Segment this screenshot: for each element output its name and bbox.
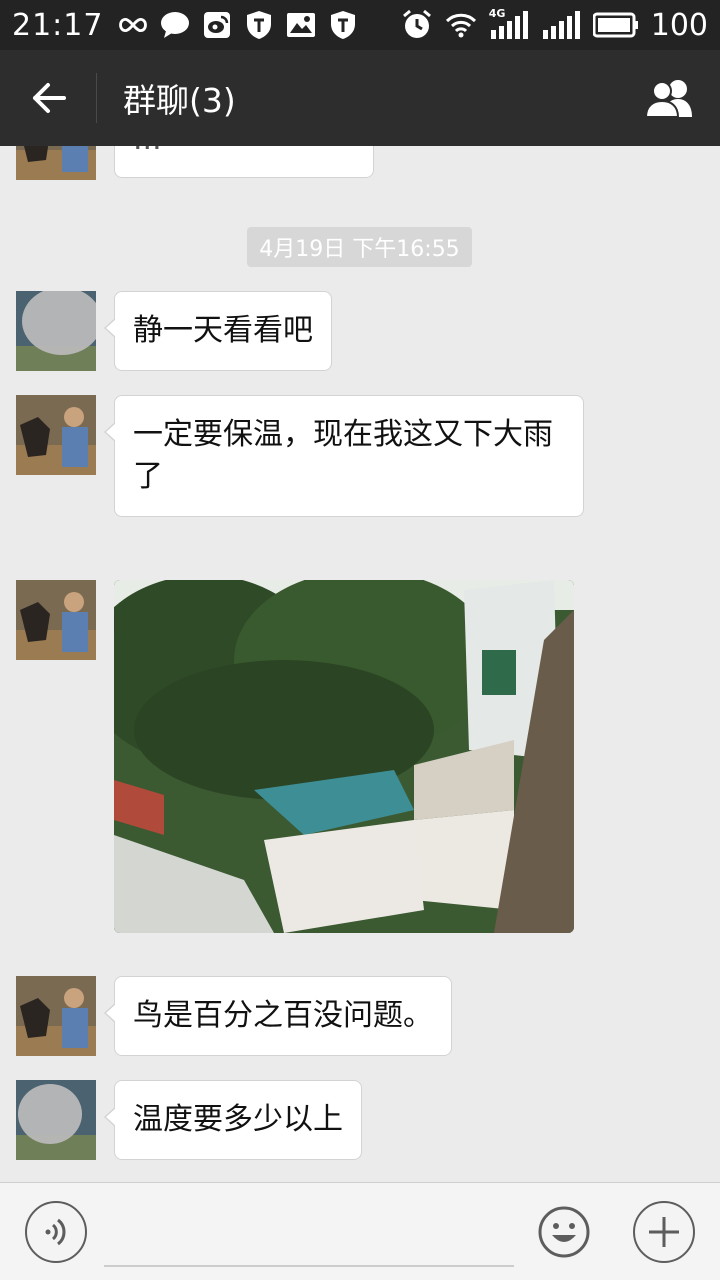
man-with-dog-avatar — [16, 146, 96, 180]
plus-icon — [649, 1217, 679, 1247]
shield-icon — [243, 9, 275, 41]
message-text: 静一天看看吧 — [133, 313, 313, 348]
voice-button[interactable] — [25, 1201, 87, 1263]
message-text: 温度要多少以上 — [133, 1102, 343, 1137]
message-bubble[interactable]: 一定要保温，现在我这又下大雨了 — [104, 395, 584, 517]
more-button[interactable] — [633, 1201, 695, 1263]
chat-bubble-icon — [159, 9, 191, 41]
signal-4g-icon: 4G — [488, 7, 529, 41]
blurred-person-avatar — [16, 291, 96, 371]
network-label: 4G — [488, 7, 506, 20]
weibo-icon — [201, 9, 233, 41]
chat-message-list[interactable]: ... 4月19日 下午16:55 静一天看看吧 一定要保温，现在我这又下大雨了 — [0, 146, 720, 1182]
image-message[interactable] — [114, 580, 574, 933]
timestamp-label: 4月19日 下午16:55 — [247, 227, 472, 267]
notification-icons — [117, 9, 359, 41]
avatar[interactable] — [16, 395, 96, 475]
message-text: 一定要保温，现在我这又下大雨了 — [133, 417, 553, 494]
emoji-button[interactable] — [533, 1201, 595, 1263]
group-members-button[interactable] — [620, 50, 720, 146]
man-with-dog-avatar — [16, 976, 96, 1056]
avatar[interactable] — [16, 291, 96, 371]
back-button[interactable] — [0, 50, 96, 146]
system-icons: 4G 100 — [401, 7, 708, 43]
gallery-icon — [285, 9, 317, 41]
avatar[interactable] — [16, 580, 96, 660]
battery-icon — [592, 9, 639, 41]
avatar[interactable] — [16, 1080, 96, 1160]
group-icon — [644, 80, 692, 118]
wifi-icon — [445, 9, 477, 41]
message-bubble[interactable]: 静一天看看吧 — [104, 291, 332, 371]
message-input[interactable] — [104, 1203, 514, 1267]
shield-icon — [327, 9, 359, 41]
chat-title: 群聊(3) — [123, 81, 236, 120]
smiley-icon — [538, 1206, 590, 1258]
alarm-icon — [401, 9, 433, 41]
message-text: ... — [133, 146, 162, 157]
message-bubble[interactable]: ... — [114, 146, 374, 178]
message-bubble[interactable]: 鸟是百分之百没问题。 — [104, 976, 452, 1056]
message-bubble[interactable]: 温度要多少以上 — [104, 1080, 362, 1160]
photo-image — [114, 580, 574, 933]
signal-icon — [541, 9, 581, 41]
message-text: 鸟是百分之百没问题。 — [133, 998, 433, 1033]
input-bar — [0, 1182, 720, 1280]
battery-level: 100 — [650, 7, 708, 43]
status-bar: 21:17 4G 100 — [0, 0, 720, 50]
avatar[interactable] — [16, 146, 96, 180]
blurred-person-avatar — [16, 1080, 96, 1160]
status-time: 21:17 — [12, 7, 104, 43]
man-with-dog-avatar — [16, 580, 96, 660]
arrow-left-icon — [33, 83, 66, 113]
avatar[interactable] — [16, 976, 96, 1056]
man-with-dog-avatar — [16, 395, 96, 475]
title-bar: 群聊(3) — [0, 50, 720, 146]
title-divider — [96, 73, 97, 123]
infinity-icon — [117, 9, 149, 41]
voice-icon — [45, 1218, 66, 1246]
